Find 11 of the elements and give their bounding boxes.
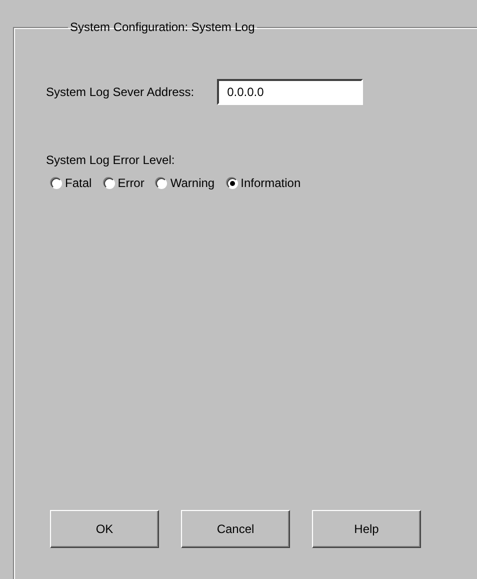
radio-option[interactable]: Error [104,176,144,190]
dialog-button[interactable]: OK [50,510,159,548]
radio-option[interactable]: Information [226,176,301,190]
field-label: System Log Error Level: [46,153,176,167]
radio-option[interactable]: Warning [156,176,215,190]
field-label: System Log Sever Address: [46,85,194,99]
radio-option[interactable]: Fatal [51,176,92,190]
dialog-button[interactable]: Help [312,510,421,548]
dialog-button[interactable]: Cancel [181,510,290,548]
server-address-field[interactable]: 0.0.0.0 [217,79,364,105]
group-title: System Configuration: System Log [69,20,256,34]
